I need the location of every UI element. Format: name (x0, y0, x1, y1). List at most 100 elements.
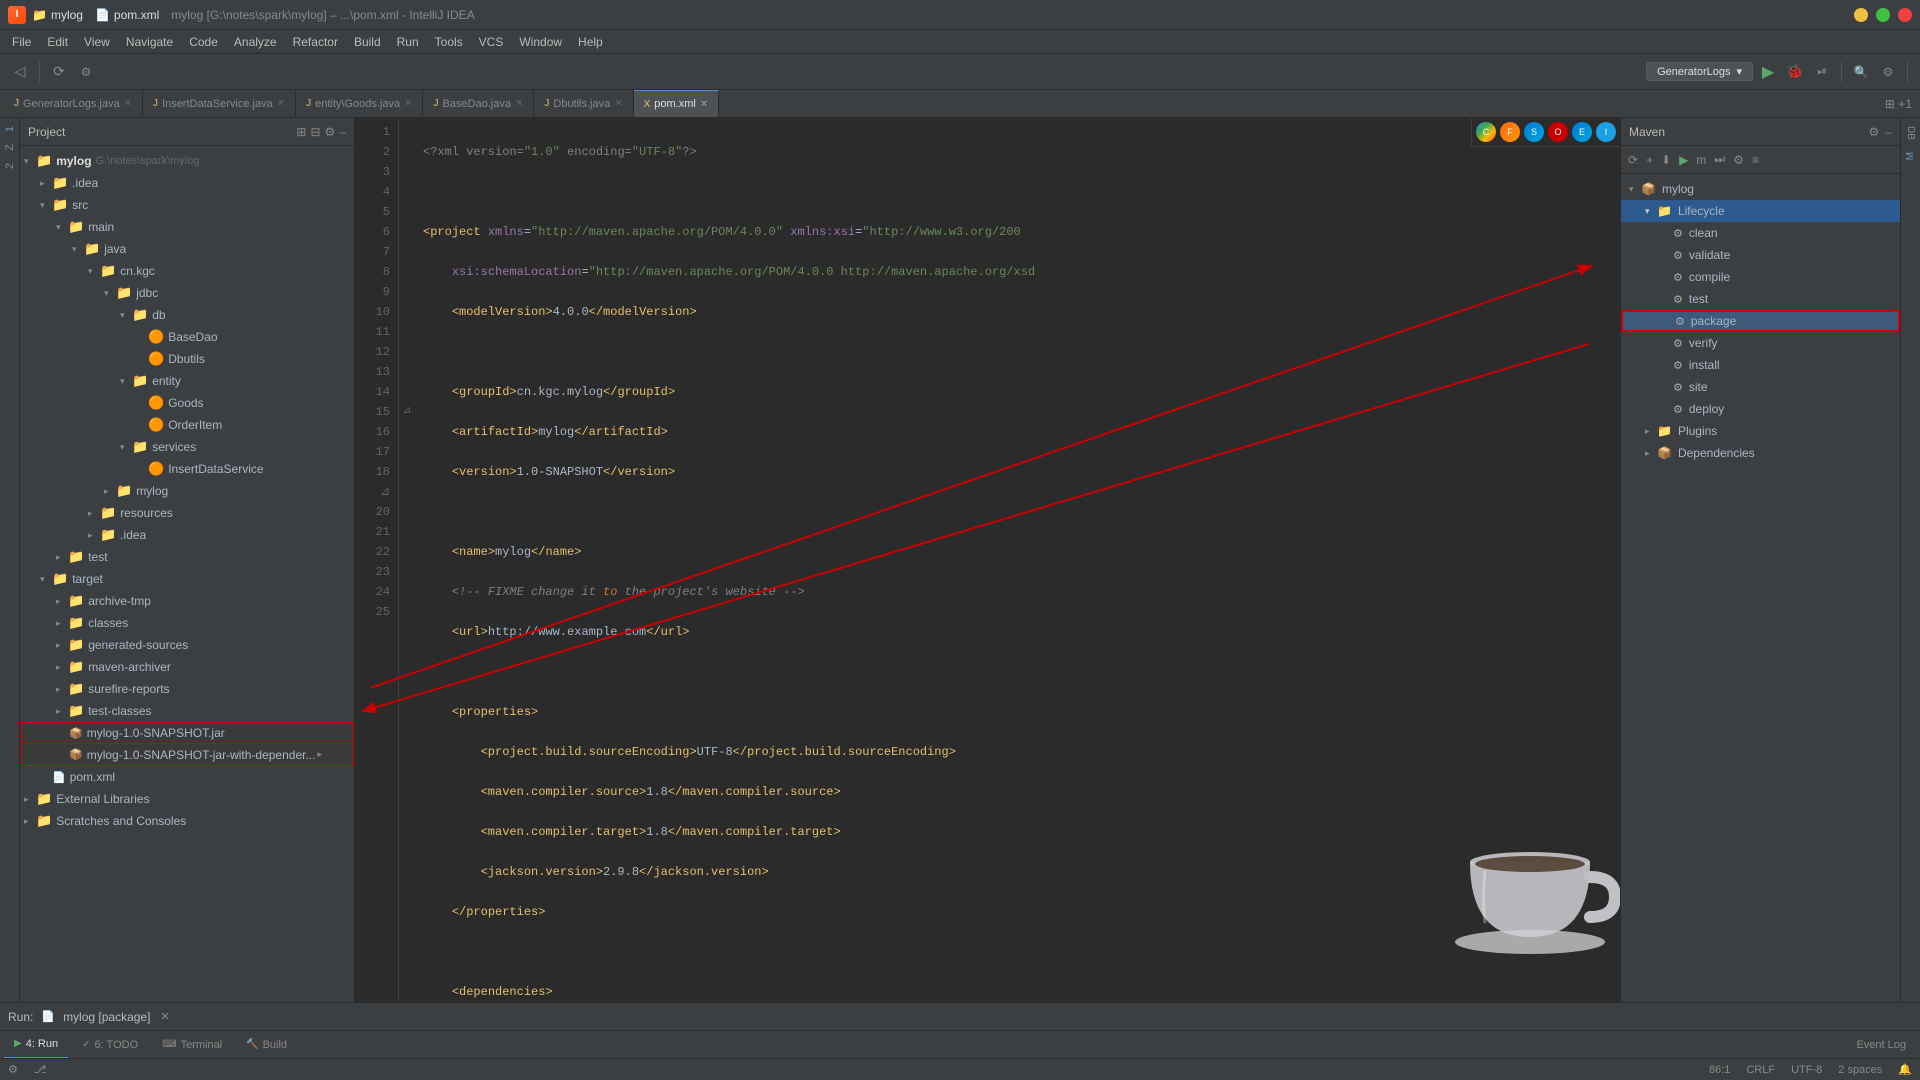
menu-code[interactable]: Code (181, 33, 226, 51)
maven-item-deploy[interactable]: ⚙ deploy (1621, 398, 1900, 420)
maven-item-clean[interactable]: ⚙ clean (1621, 222, 1900, 244)
todo-tab[interactable]: ✓ 6: TODO (72, 1031, 148, 1059)
menu-vcs[interactable]: VCS (471, 33, 512, 51)
close-button[interactable] (1898, 8, 1912, 22)
close-icon[interactable]: ✕ (614, 98, 622, 109)
tree-item-cnkgc[interactable]: ▾ 📁 cn.kgc (20, 260, 354, 282)
project-tab[interactable]: 📁 mylog (32, 8, 83, 22)
menu-help[interactable]: Help (570, 33, 611, 51)
menu-run[interactable]: Run (389, 33, 427, 51)
maven-reload-icon[interactable]: ⟳ (1625, 151, 1641, 169)
settings-button[interactable]: ⚙ (74, 60, 98, 84)
menu-analyze[interactable]: Analyze (226, 33, 285, 51)
tree-item-goods[interactable]: 🟠 Goods (20, 392, 354, 414)
maven-item-dependencies[interactable]: ▸ 📦 Dependencies (1621, 442, 1900, 464)
chromium-icon[interactable]: C (1476, 122, 1496, 142)
tree-item-basedao[interactable]: 🟠 BaseDao (20, 326, 354, 348)
tree-item-mylog-pkg[interactable]: ▸ 📁 mylog (20, 480, 354, 502)
menu-view[interactable]: View (76, 33, 118, 51)
maven-add-icon[interactable]: + (1643, 151, 1656, 169)
header-minimize-icon[interactable]: – (339, 125, 346, 139)
structure-icon[interactable]: Z (4, 144, 16, 151)
maven-item-install[interactable]: ⚙ install (1621, 354, 1900, 376)
tree-item-java[interactable]: ▾ 📁 java (20, 238, 354, 260)
tree-item-jar1[interactable]: 📦 mylog-1.0-SNAPSHOT.jar (20, 722, 354, 744)
build-tab[interactable]: 🔨 Build (236, 1031, 297, 1059)
tree-item-test-classes[interactable]: ▸ 📁 test-classes (20, 700, 354, 722)
menu-file[interactable]: File (4, 33, 39, 51)
tree-item-generated-sources[interactable]: ▸ 📁 generated-sources (20, 634, 354, 656)
close-icon[interactable]: ✕ (515, 98, 523, 109)
code-editor[interactable]: 12345 678910 1112131415 161718⊿20 212223… (355, 118, 1620, 1002)
find-button[interactable]: 🔍 (1849, 60, 1873, 84)
tree-item-idea2[interactable]: ▸ 📁 .idea (20, 524, 354, 546)
firefox-icon[interactable]: F (1500, 122, 1520, 142)
tab-basedao[interactable]: J BaseDao.java ✕ (423, 90, 534, 118)
git-icon[interactable]: ⎇ (34, 1063, 47, 1076)
maximize-button[interactable] (1876, 8, 1890, 22)
database-icon[interactable]: DB (1905, 126, 1916, 140)
tab-generatorlogs[interactable]: J GeneratorLogs.java ✕ (4, 90, 143, 118)
maven-skip-icon[interactable]: ⏭ (1711, 150, 1728, 169)
close-icon[interactable]: ✕ (277, 98, 285, 109)
tree-item-jar2[interactable]: 📦 mylog-1.0-SNAPSHOT-jar-with-depender..… (20, 744, 354, 766)
collapse-icon[interactable]: ⊟ (310, 125, 320, 139)
maven-item-package[interactable]: ⚙ package (1621, 310, 1900, 332)
expand-all-icon[interactable]: ⊞ (296, 125, 306, 139)
tree-item-mylog[interactable]: ▾ 📁 mylog G:\notes\spark\mylog (20, 150, 354, 172)
maven-collapse-icon[interactable]: ≡ (1749, 151, 1762, 169)
menu-build[interactable]: Build (346, 33, 389, 51)
maven-minimize-icon[interactable]: – (1885, 125, 1892, 139)
menu-refactor[interactable]: Refactor (285, 33, 346, 51)
encoding[interactable]: UTF-8 (1791, 1064, 1822, 1076)
tab-dbutils[interactable]: J Dbutils.java ✕ (534, 90, 633, 118)
notification-icon[interactable]: 🔔 (1898, 1063, 1912, 1076)
maven-item-test[interactable]: ⚙ test (1621, 288, 1900, 310)
maven-item-validate[interactable]: ⚙ validate (1621, 244, 1900, 266)
debug-button[interactable]: 🐞 (1783, 60, 1807, 84)
back-button[interactable]: ◁ (8, 60, 32, 84)
tree-item-pom[interactable]: 📄 pom.xml (20, 766, 354, 788)
tree-item-orderitem[interactable]: 🟠 OrderItem (20, 414, 354, 436)
tree-item-maven-archiver[interactable]: ▸ 📁 maven-archiver (20, 656, 354, 678)
menu-edit[interactable]: Edit (39, 33, 76, 51)
opera-icon[interactable]: O (1548, 122, 1568, 142)
maven-config-icon[interactable]: ⚙ (1730, 151, 1747, 169)
sync-button[interactable]: ⟳ (47, 60, 71, 84)
edge-icon[interactable]: E (1572, 122, 1592, 142)
ie-icon[interactable]: I (1596, 122, 1616, 142)
tree-item-idea[interactable]: ▸ 📁 .idea (20, 172, 354, 194)
maven-sidebar-icon[interactable]: M (1905, 152, 1916, 160)
line-separator[interactable]: CRLF (1746, 1064, 1775, 1076)
tree-item-insertdataservice[interactable]: 🟠 InsertDataService (20, 458, 354, 480)
tree-item-archive-tmp[interactable]: ▸ 📁 archive-tmp (20, 590, 354, 612)
maven-item-mylog[interactable]: ▾ 📦 mylog (1621, 178, 1900, 200)
tree-item-surefire-reports[interactable]: ▸ 📁 surefire-reports (20, 678, 354, 700)
maven-debug-icon[interactable]: m (1693, 151, 1709, 169)
tree-item-ext-libs[interactable]: ▸ 📁 External Libraries (20, 788, 354, 810)
maven-run-icon[interactable]: ▶ (1676, 151, 1691, 169)
close-icon[interactable]: ✕ (124, 98, 132, 109)
tree-item-resources[interactable]: ▸ 📁 resources (20, 502, 354, 524)
header-settings-icon[interactable]: ⚙ (325, 125, 336, 139)
safari-icon[interactable]: S (1524, 122, 1544, 142)
settings2-button[interactable]: ⚙ (1876, 60, 1900, 84)
tab-insertdataservice[interactable]: J InsertDataService.java ✕ (143, 90, 296, 118)
run-config-selector[interactable]: GeneratorLogs ▾ (1646, 62, 1753, 81)
code-content[interactable]: <?xml version="1.0" encoding="UTF-8"?> <… (415, 118, 1620, 1002)
close-icon[interactable]: ✕ (404, 98, 412, 109)
terminal-tab[interactable]: ⌨ Terminal (152, 1031, 232, 1059)
favorites-icon[interactable]: 2 (4, 163, 16, 169)
minimize-button[interactable] (1854, 8, 1868, 22)
status-settings-icon[interactable]: ⚙ (8, 1063, 18, 1076)
menu-navigate[interactable]: Navigate (118, 33, 181, 51)
tree-item-entity[interactable]: ▾ 📁 entity (20, 370, 354, 392)
event-log-button[interactable]: Event Log (1846, 1037, 1916, 1053)
menu-tools[interactable]: Tools (427, 33, 471, 51)
run-button[interactable]: ▶ (1756, 60, 1780, 84)
maven-item-verify[interactable]: ⚙ verify (1621, 332, 1900, 354)
run-with-coverage-button[interactable]: ⏯ (1810, 60, 1834, 84)
tree-item-src[interactable]: ▾ 📁 src (20, 194, 354, 216)
tree-item-services[interactable]: ▾ 📁 services (20, 436, 354, 458)
close-run-button[interactable]: ✕ (160, 1010, 169, 1023)
